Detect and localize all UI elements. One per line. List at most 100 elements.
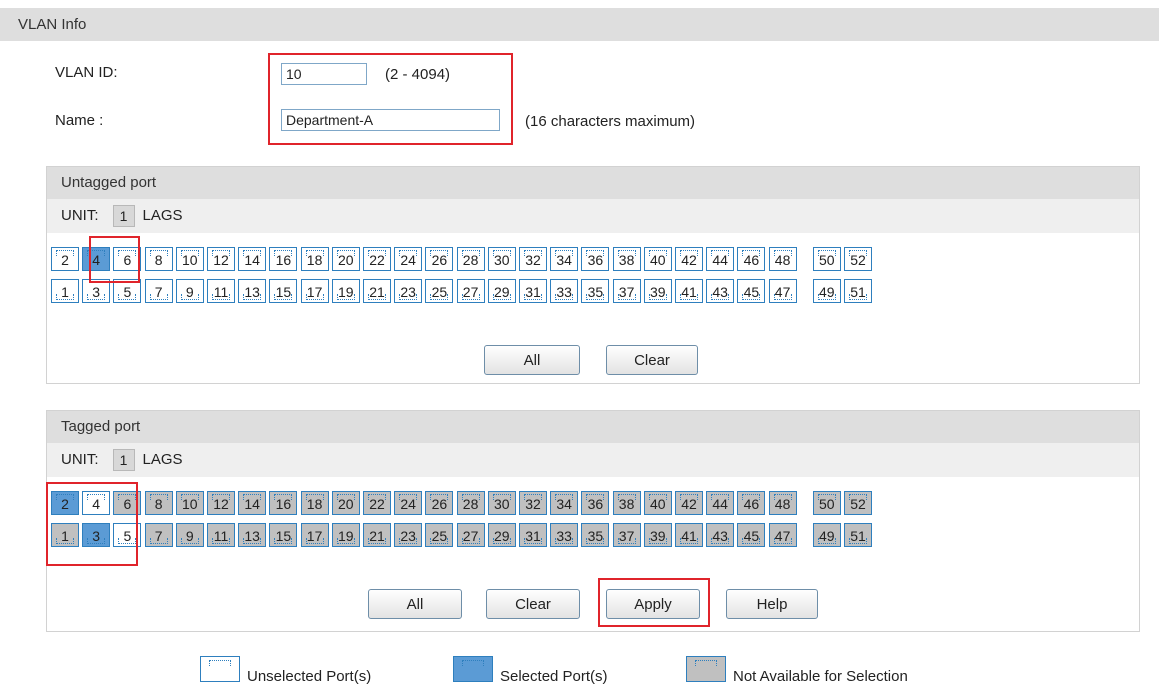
apply-button[interactable]: Apply [606,589,700,619]
port-25[interactable]: 25 [425,523,454,547]
port-44[interactable]: 44 [706,247,735,271]
port-52[interactable]: 52 [844,247,872,271]
port-1[interactable]: 1 [51,523,79,547]
port-27[interactable]: 27 [456,523,485,547]
port-4[interactable]: 4 [82,491,111,515]
port-22[interactable]: 22 [363,247,391,271]
port-29[interactable]: 29 [487,279,516,303]
unit-1-button[interactable]: 1 [112,205,135,228]
port-48[interactable]: 48 [768,247,797,271]
port-16[interactable]: 16 [269,491,298,515]
port-48[interactable]: 48 [768,491,797,515]
port-29[interactable]: 29 [487,523,516,547]
port-10[interactable]: 10 [175,491,204,515]
port-26[interactable]: 26 [425,247,454,271]
port-17[interactable]: 17 [300,279,329,303]
port-18[interactable]: 18 [300,247,329,271]
port-51[interactable]: 51 [844,279,872,303]
port-19[interactable]: 19 [331,279,360,303]
port-13[interactable]: 13 [238,279,267,303]
port-9[interactable]: 9 [175,279,204,303]
port-6[interactable]: 6 [113,491,142,515]
port-42[interactable]: 42 [675,247,703,271]
lags-link[interactable]: LAGS [143,451,183,468]
port-28[interactable]: 28 [456,491,485,515]
port-20[interactable]: 20 [331,491,360,515]
port-34[interactable]: 34 [550,491,579,515]
port-41[interactable]: 41 [675,523,703,547]
port-9[interactable]: 9 [175,523,204,547]
port-17[interactable]: 17 [300,523,329,547]
port-33[interactable]: 33 [550,523,579,547]
port-35[interactable]: 35 [581,279,610,303]
port-13[interactable]: 13 [238,523,267,547]
port-14[interactable]: 14 [238,491,267,515]
port-14[interactable]: 14 [238,247,267,271]
port-4[interactable]: 4 [82,247,111,271]
port-44[interactable]: 44 [706,491,735,515]
vlan-id-input[interactable] [281,63,367,85]
port-27[interactable]: 27 [456,279,485,303]
port-18[interactable]: 18 [300,491,329,515]
port-10[interactable]: 10 [175,247,204,271]
port-2[interactable]: 2 [51,247,79,271]
port-3[interactable]: 3 [82,279,111,303]
port-39[interactable]: 39 [643,279,672,303]
port-23[interactable]: 23 [394,279,423,303]
port-6[interactable]: 6 [113,247,142,271]
port-37[interactable]: 37 [612,523,641,547]
port-38[interactable]: 38 [612,247,641,271]
port-21[interactable]: 21 [363,279,391,303]
port-36[interactable]: 36 [581,491,610,515]
port-43[interactable]: 43 [706,523,735,547]
port-46[interactable]: 46 [737,247,766,271]
port-31[interactable]: 31 [519,523,547,547]
port-41[interactable]: 41 [675,279,703,303]
port-8[interactable]: 8 [144,247,173,271]
port-22[interactable]: 22 [363,491,391,515]
port-12[interactable]: 12 [207,491,235,515]
port-46[interactable]: 46 [737,491,766,515]
unit-1-button[interactable]: 1 [112,449,135,472]
port-31[interactable]: 31 [519,279,547,303]
port-30[interactable]: 30 [487,491,516,515]
port-45[interactable]: 45 [737,279,766,303]
port-36[interactable]: 36 [581,247,610,271]
port-43[interactable]: 43 [706,279,735,303]
port-32[interactable]: 32 [519,247,547,271]
port-50[interactable]: 50 [812,247,841,271]
port-7[interactable]: 7 [144,279,173,303]
port-19[interactable]: 19 [331,523,360,547]
port-51[interactable]: 51 [844,523,872,547]
help-button[interactable]: Help [726,589,818,619]
port-37[interactable]: 37 [612,279,641,303]
lags-link[interactable]: LAGS [143,207,183,224]
port-33[interactable]: 33 [550,279,579,303]
port-11[interactable]: 11 [207,279,235,303]
port-20[interactable]: 20 [331,247,360,271]
port-3[interactable]: 3 [82,523,111,547]
port-34[interactable]: 34 [550,247,579,271]
port-24[interactable]: 24 [394,247,423,271]
port-23[interactable]: 23 [394,523,423,547]
port-1[interactable]: 1 [51,279,79,303]
port-21[interactable]: 21 [363,523,391,547]
port-40[interactable]: 40 [643,491,672,515]
port-15[interactable]: 15 [269,279,298,303]
port-5[interactable]: 5 [113,523,142,547]
port-7[interactable]: 7 [144,523,173,547]
vlan-name-input[interactable] [281,109,500,131]
port-25[interactable]: 25 [425,279,454,303]
port-40[interactable]: 40 [643,247,672,271]
port-26[interactable]: 26 [425,491,454,515]
port-47[interactable]: 47 [768,523,797,547]
port-35[interactable]: 35 [581,523,610,547]
port-15[interactable]: 15 [269,523,298,547]
port-16[interactable]: 16 [269,247,298,271]
port-24[interactable]: 24 [394,491,423,515]
port-5[interactable]: 5 [113,279,142,303]
port-49[interactable]: 49 [812,279,841,303]
tagged-all-button[interactable]: All [368,589,462,619]
port-47[interactable]: 47 [768,279,797,303]
untagged-clear-button[interactable]: Clear [606,345,698,375]
